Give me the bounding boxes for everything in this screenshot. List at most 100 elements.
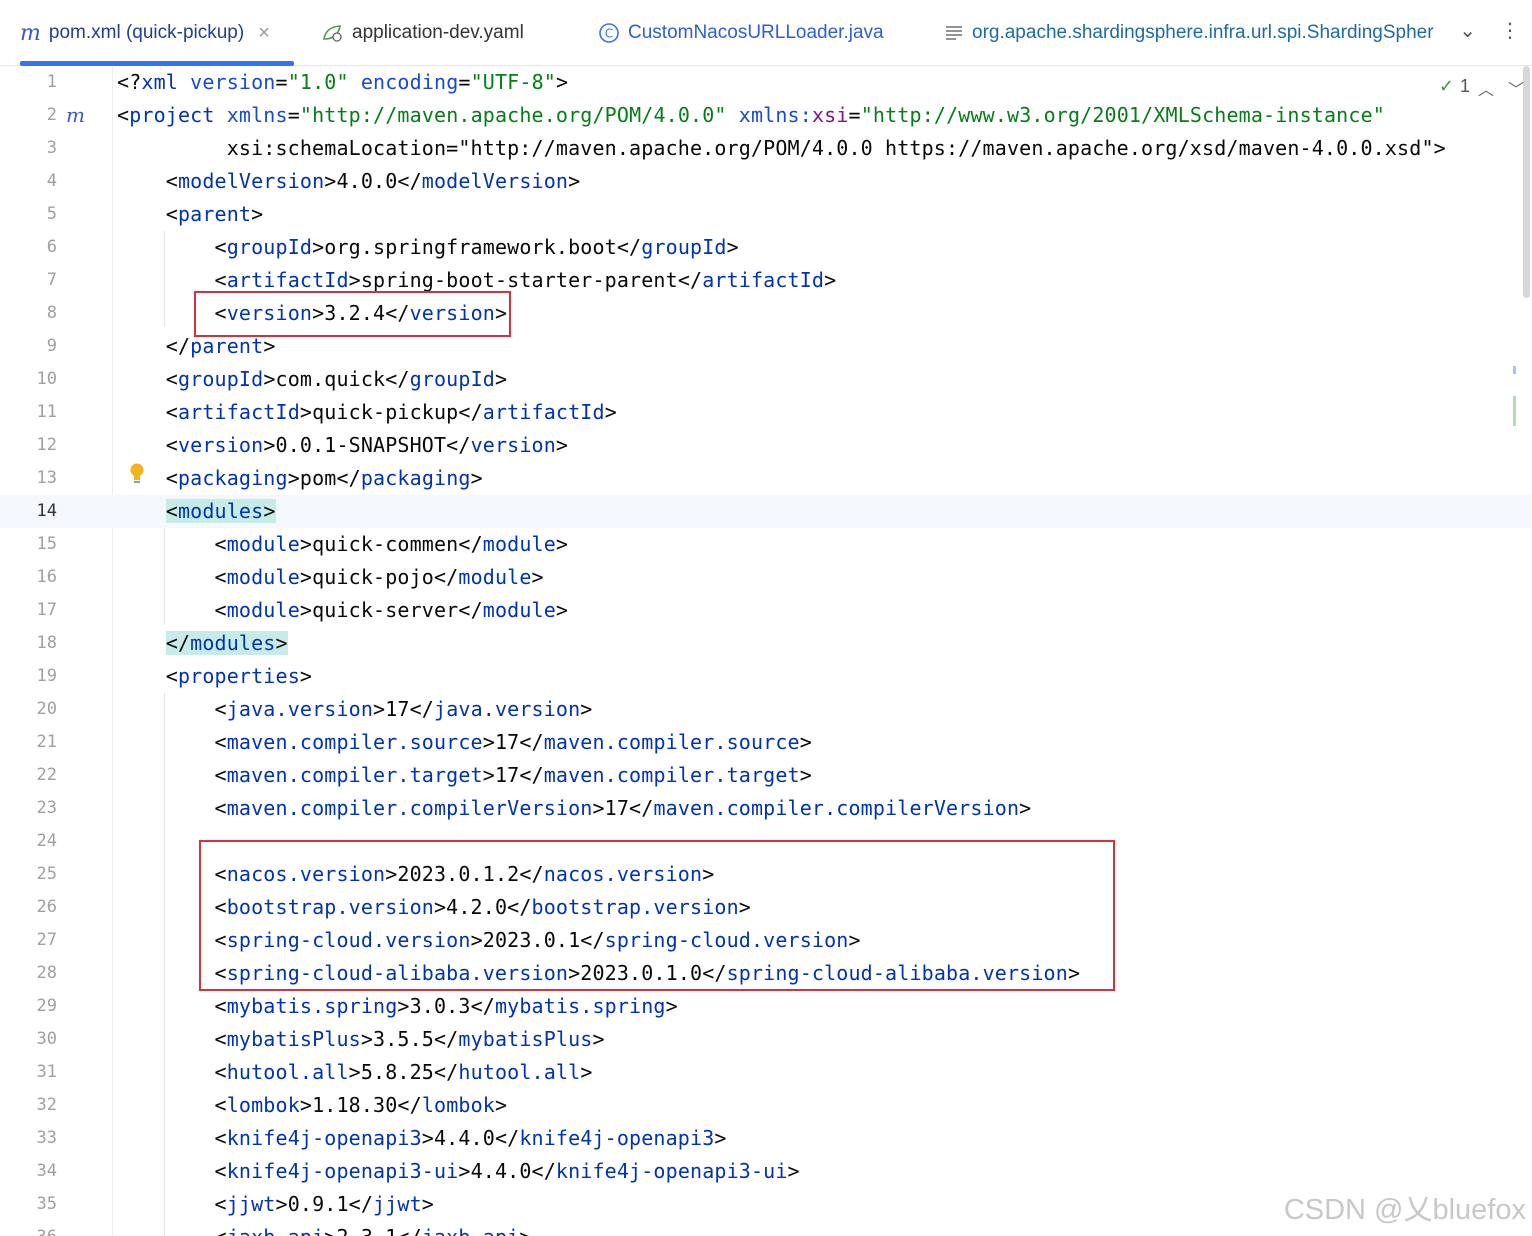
code-text: <knife4j-openapi3-ui>4.4.0</knife4j-open… bbox=[117, 1159, 800, 1183]
indent-guide bbox=[164, 528, 165, 624]
inspection-count: 1 bbox=[1459, 76, 1470, 96]
line-number[interactable]: 32 bbox=[0, 1095, 57, 1115]
line-number[interactable]: 22 bbox=[0, 765, 57, 785]
maven-gutter-icon[interactable]: m bbox=[66, 103, 85, 127]
code-line[interactable]: 23 <maven.compiler.compilerVersion>17</m… bbox=[0, 792, 1532, 825]
code-text: <maven.compiler.source>17</maven.compile… bbox=[117, 730, 812, 754]
line-number[interactable]: 27 bbox=[0, 930, 57, 950]
line-number[interactable]: 19 bbox=[0, 666, 57, 686]
code-text: <hutool.all>5.8.25</hutool.all> bbox=[117, 1060, 593, 1084]
code-line[interactable]: 10 <groupId>com.quick</groupId> bbox=[0, 363, 1532, 396]
line-number[interactable]: 17 bbox=[0, 600, 57, 620]
inspection-widget[interactable]: ✓ 1 bbox=[1439, 76, 1470, 97]
line-number[interactable]: 35 bbox=[0, 1194, 57, 1214]
code-line[interactable]: 34 <knife4j-openapi3-ui>4.4.0</knife4j-o… bbox=[0, 1155, 1532, 1188]
code-line[interactable]: 4 <modelVersion>4.0.0</modelVersion> bbox=[0, 165, 1532, 198]
code-line[interactable]: 14 <modules> bbox=[0, 495, 1532, 528]
line-number[interactable]: 1 bbox=[0, 72, 57, 92]
line-number[interactable]: 30 bbox=[0, 1029, 57, 1049]
code-line[interactable]: 21 <maven.compiler.source>17</maven.comp… bbox=[0, 726, 1532, 759]
tab-label: CustomNacosURLLoader.java bbox=[628, 22, 884, 43]
line-number[interactable]: 10 bbox=[0, 369, 57, 389]
close-icon[interactable]: × bbox=[258, 22, 270, 45]
tab-label: org.apache.shardingsphere.infra.url.spi.… bbox=[972, 22, 1434, 43]
line-number[interactable]: 31 bbox=[0, 1062, 57, 1082]
line-number[interactable]: 15 bbox=[0, 534, 57, 554]
line-number[interactable]: 11 bbox=[0, 402, 57, 422]
code-text: <modelVersion>4.0.0</modelVersion> bbox=[117, 169, 581, 193]
line-number[interactable]: 14 bbox=[0, 501, 57, 521]
code-line[interactable]: 22 <maven.compiler.target>17</maven.comp… bbox=[0, 759, 1532, 792]
code-line[interactable]: 5 <parent> bbox=[0, 198, 1532, 231]
code-text: <mybatis.spring>3.0.3</mybatis.spring> bbox=[117, 994, 678, 1018]
line-number[interactable]: 16 bbox=[0, 567, 57, 587]
previous-highlight-icon[interactable]: ︿ bbox=[1478, 76, 1494, 100]
code-line[interactable]: 33 <knife4j-openapi3>4.4.0</knife4j-open… bbox=[0, 1122, 1532, 1155]
code-line[interactable]: 29 <mybatis.spring>3.0.3</mybatis.spring… bbox=[0, 990, 1532, 1023]
chevron-down-icon[interactable]: ⌄ bbox=[1459, 18, 1476, 42]
line-number[interactable]: 2 bbox=[0, 105, 57, 125]
line-number[interactable]: 13 bbox=[0, 468, 57, 488]
code-editor[interactable]: 1 <?xml version="1.0" encoding="UTF-8"> 2 <… bbox=[0, 66, 1532, 1236]
code-line[interactable]: 31 <hutool.all>5.8.25</hutool.all> bbox=[0, 1056, 1532, 1089]
line-number[interactable]: 5 bbox=[0, 204, 57, 224]
line-number[interactable]: 9 bbox=[0, 336, 57, 356]
line-number[interactable]: 6 bbox=[0, 237, 57, 257]
code-line[interactable]: 3 xsi:schemaLocation="http://maven.apach… bbox=[0, 132, 1532, 165]
code-line[interactable]: 13 <packaging>pom</packaging> bbox=[0, 462, 1532, 495]
check-icon: ✓ bbox=[1438, 76, 1454, 96]
code-line[interactable]: 15 <module>quick-commen</module> bbox=[0, 528, 1532, 561]
line-number[interactable]: 20 bbox=[0, 699, 57, 719]
tab-pom-xml[interactable]: m pom.xml (quick-pickup) × bbox=[20, 0, 294, 66]
next-highlight-icon[interactable]: ﹀ bbox=[1508, 76, 1524, 100]
line-number[interactable]: 36 bbox=[0, 1227, 57, 1236]
line-number[interactable]: 7 bbox=[0, 270, 57, 290]
code-text: <artifactId>quick-pickup</artifactId> bbox=[117, 400, 617, 424]
bulb-icon[interactable] bbox=[129, 463, 145, 489]
code-line[interactable]: 17 <module>quick-server</module> bbox=[0, 594, 1532, 627]
tab-custom-nacos-url-loader[interactable]: C CustomNacosURLLoader.java bbox=[598, 0, 884, 66]
line-number[interactable]: 8 bbox=[0, 303, 57, 323]
watermark: CSDN @乂bluefox bbox=[1283, 1194, 1526, 1226]
code-line[interactable]: 16 <module>quick-pojo</module> bbox=[0, 561, 1532, 594]
tab-application-dev-yaml[interactable]: application-dev.yaml bbox=[322, 0, 524, 66]
code-text: <?xml version="1.0" encoding="UTF-8"> bbox=[117, 70, 569, 94]
code-text: <groupId>org.springframework.boot</group… bbox=[117, 235, 739, 259]
code-line[interactable]: 30 <mybatisPlus>3.5.5</mybatisPlus> bbox=[0, 1023, 1532, 1056]
code-line[interactable]: 18 </modules> bbox=[0, 627, 1532, 660]
code-line[interactable]: 2 <project xmlns="http://maven.apache.org… bbox=[0, 99, 1532, 132]
svg-text:C: C bbox=[605, 27, 613, 41]
code-text: <modules> bbox=[165, 499, 276, 523]
more-actions-icon[interactable]: ⋮ bbox=[1500, 18, 1520, 42]
editor-tab-bar: m pom.xml (quick-pickup) × application-d… bbox=[0, 0, 1532, 66]
code-text: </parent> bbox=[117, 334, 276, 358]
tab-sharding-spi[interactable]: org.apache.shardingsphere.infra.url.spi.… bbox=[944, 0, 1438, 66]
line-number[interactable]: 23 bbox=[0, 798, 57, 818]
line-number[interactable]: 33 bbox=[0, 1128, 57, 1148]
line-number[interactable]: 29 bbox=[0, 996, 57, 1016]
code-line[interactable]: 12 <version>0.0.1-SNAPSHOT</version> bbox=[0, 429, 1532, 462]
line-number[interactable]: 28 bbox=[0, 963, 57, 983]
code-text: xsi:schemaLocation="http://maven.apache.… bbox=[117, 136, 1446, 160]
code-text: <mybatisPlus>3.5.5</mybatisPlus> bbox=[117, 1027, 605, 1051]
code-line[interactable]: 6 <groupId>org.springframework.boot</gro… bbox=[0, 231, 1532, 264]
highlight-box-cloud-versions bbox=[199, 840, 1115, 991]
line-number[interactable]: 26 bbox=[0, 897, 57, 917]
code-text: <maven.compiler.target>17</maven.compile… bbox=[117, 763, 812, 787]
line-number[interactable]: 18 bbox=[0, 633, 57, 653]
code-text: <knife4j-openapi3>4.4.0</knife4j-openapi… bbox=[117, 1126, 727, 1150]
code-line[interactable]: 32 <lombok>1.18.30</lombok> bbox=[0, 1089, 1532, 1122]
line-number[interactable]: 25 bbox=[0, 864, 57, 884]
code-line[interactable]: 20 <java.version>17</java.version> bbox=[0, 693, 1532, 726]
line-number[interactable]: 12 bbox=[0, 435, 57, 455]
maven-icon: m bbox=[20, 20, 41, 46]
code-line[interactable]: 1 <?xml version="1.0" encoding="UTF-8"> bbox=[0, 66, 1532, 99]
code-text: <jaxb-api>2.3.1</jaxb-api> bbox=[117, 1225, 532, 1236]
line-number[interactable]: 24 bbox=[0, 831, 57, 851]
code-line[interactable]: 11 <artifactId>quick-pickup</artifactId> bbox=[0, 396, 1532, 429]
line-number[interactable]: 3 bbox=[0, 138, 57, 158]
line-number[interactable]: 21 bbox=[0, 732, 57, 752]
code-line[interactable]: 19 <properties> bbox=[0, 660, 1532, 693]
line-number[interactable]: 4 bbox=[0, 171, 57, 191]
line-number[interactable]: 34 bbox=[0, 1161, 57, 1181]
